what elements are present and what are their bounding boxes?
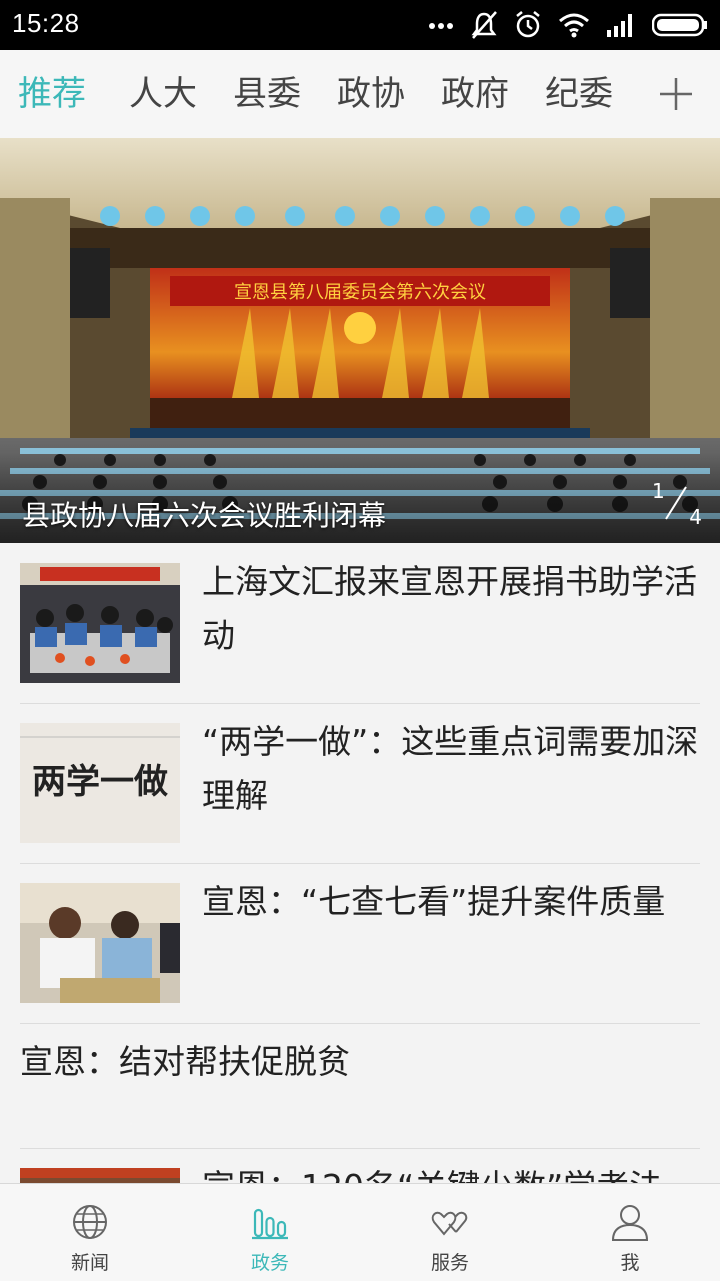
news-title: 宣恩：120名“关键少数”学考法 [202, 1160, 702, 1183]
banner-caption: 县政协八届六次会议胜利闭幕 [22, 499, 387, 532]
news-item[interactable]: 宣恩：结对帮扶促脱贫 [20, 1023, 700, 1149]
nav-government[interactable]: 政务 [180, 1184, 360, 1281]
status-time: 15:28 [12, 8, 80, 38]
pager-total: 4 [689, 505, 702, 529]
alarm-icon [516, 11, 540, 38]
nav-news[interactable]: 新闻 [0, 1184, 180, 1281]
bar-chart-icon [252, 1208, 288, 1240]
bottom-navigation: 新闻 政务 服务 我 [0, 1183, 720, 1281]
battery-icon [652, 13, 707, 37]
thumb-text: 两学一做 [32, 762, 168, 802]
news-list: 上海文汇报来宣恩开展捐书助学活动 两学一做 “两学一做”：这些重点词需要加深理解… [0, 543, 720, 1183]
pager-slash-icon [665, 486, 687, 520]
news-item[interactable]: 两学一做 “两学一做”：这些重点词需要加深理解 [20, 703, 700, 864]
wifi-icon [559, 13, 589, 38]
news-title: 宣恩：“七查七看”提升案件质量 [202, 882, 666, 921]
status-bar: 15:28 [0, 0, 720, 50]
tab-jiwei[interactable]: 纪委 [545, 70, 613, 118]
add-channel-icon[interactable] [658, 76, 694, 112]
news-item[interactable]: 宣恩：“七查七看”提升案件质量 [20, 863, 700, 1024]
news-thumbnail [20, 883, 180, 1003]
nav-label: 服务 [430, 1252, 469, 1274]
headline-banner[interactable]: 宣恩县第八届委员会第六次会议 县政协八届六次会议胜利闭幕 1 4 [0, 138, 720, 543]
channel-tabs: 推荐 人大 县委 政协 政府 纪委 [0, 50, 720, 139]
signal-icon [607, 14, 632, 37]
tab-renda[interactable]: 人大 [129, 70, 197, 118]
banner-pager: 1 4 [642, 479, 702, 529]
tab-recommend[interactable]: 推荐 [18, 70, 86, 118]
tab-zhengxie[interactable]: 政协 [337, 70, 405, 118]
news-title: 宣恩：结对帮扶促脱贫 [20, 1042, 350, 1081]
nav-label: 政务 [250, 1252, 289, 1274]
nav-label: 新闻 [70, 1252, 109, 1274]
news-title: 上海文汇报来宣恩开展捐书助学活动 [202, 562, 697, 655]
news-title: “两学一做”：这些重点词需要加深理解 [202, 722, 699, 815]
person-icon [611, 1205, 649, 1241]
nav-me[interactable]: 我 [540, 1184, 720, 1281]
news-thumbnail [20, 1168, 180, 1183]
news-thumbnail [20, 563, 180, 683]
more-dots-icon [429, 23, 453, 29]
news-item[interactable]: 宣恩：120名“关键少数”学考法 [20, 1148, 700, 1183]
nav-services[interactable]: 服务 [360, 1184, 540, 1281]
nav-label: 我 [620, 1252, 640, 1274]
status-icons [428, 9, 708, 41]
hearts-icon [431, 1211, 468, 1236]
tab-zhengfu[interactable]: 政府 [441, 70, 509, 118]
mute-bell-icon [471, 11, 497, 39]
stage-banner-text: 宣恩县第八届委员会第六次会议 [234, 282, 486, 303]
news-item[interactable]: 上海文汇报来宣恩开展捐书助学活动 [20, 543, 700, 704]
tab-xianwei[interactable]: 县委 [233, 70, 301, 118]
globe-icon [73, 1205, 107, 1239]
news-thumbnail: 两学一做 [20, 723, 180, 843]
